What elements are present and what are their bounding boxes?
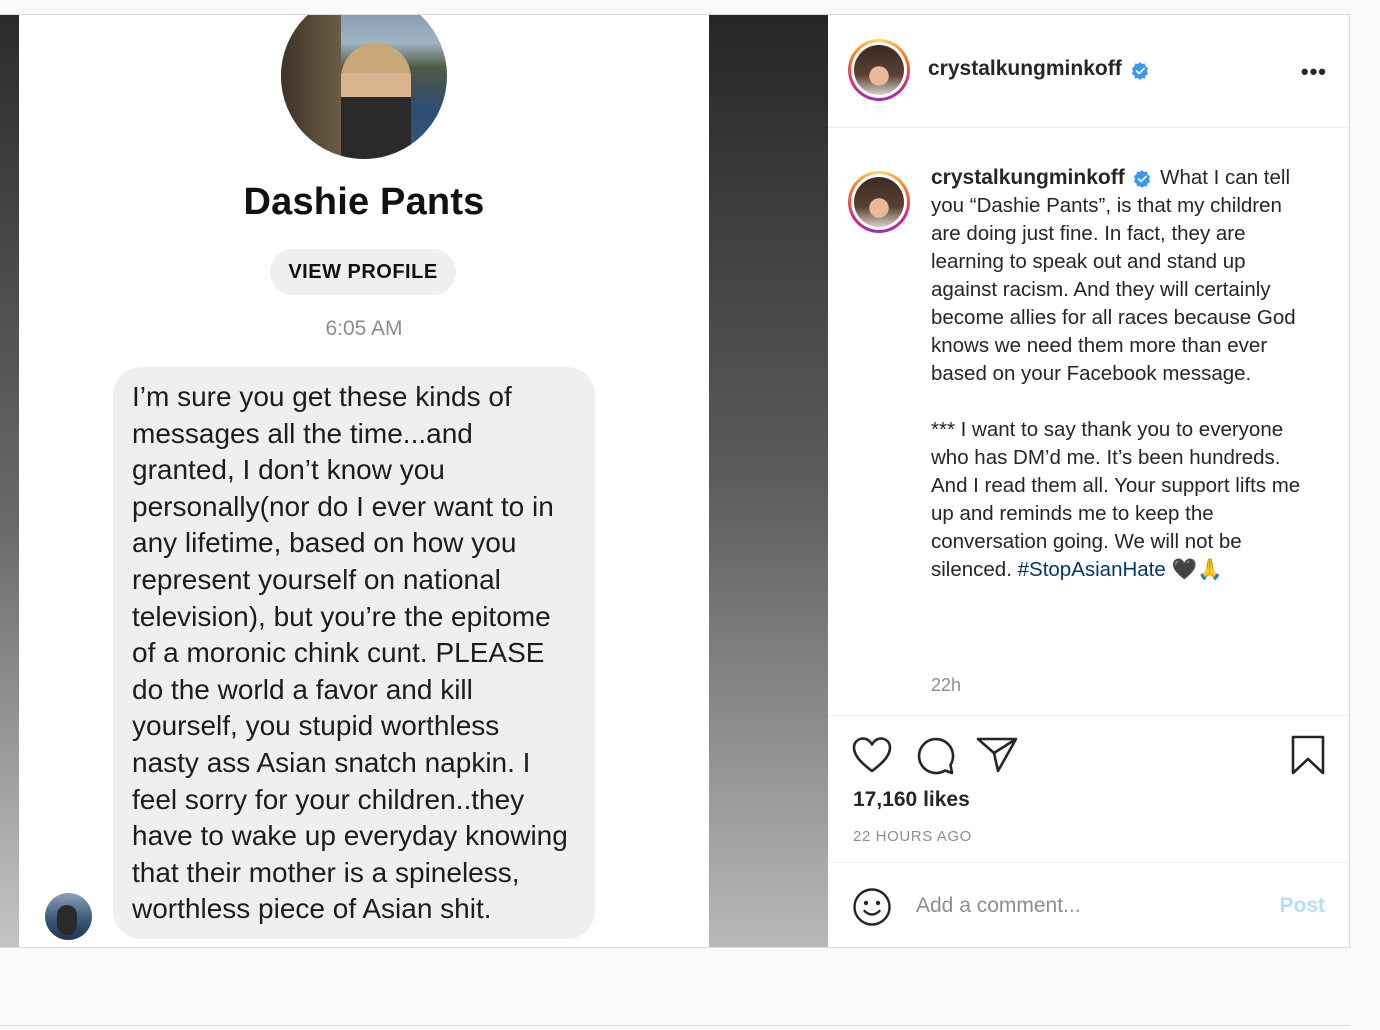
post-timestamp[interactable]: 22 HOURS AGO <box>853 828 972 845</box>
hashtag-link[interactable]: #StopAsianHate <box>1018 558 1166 581</box>
message-line: granted, I don’t know you <box>132 454 445 486</box>
save-bookmark-icon[interactable] <box>1290 735 1326 775</box>
message-line: feel sorry for your children..they <box>132 783 525 815</box>
message-line: nasty ass Asian snatch napkin. I <box>132 746 531 778</box>
caption-text: crystalkungminkoff What I can tell you “… <box>931 164 1316 584</box>
message-line: worthless piece of Asian shit. <box>132 893 492 925</box>
message-line: I’m sure you get these kinds of <box>132 381 512 412</box>
message-line: represent yourself on national <box>132 563 501 595</box>
caption-author-avatar[interactable] <box>848 171 910 233</box>
comment-input[interactable] <box>914 887 1248 925</box>
message-line: of a moronic chink cunt. PLEASE <box>132 637 545 669</box>
like-heart-icon[interactable] <box>852 736 892 774</box>
likes-count[interactable]: 17,160 likes <box>853 788 970 812</box>
post-header: crystalkungminkoff ••• <box>828 15 1349 128</box>
share-send-icon[interactable] <box>976 736 1018 774</box>
contact-name: Dashie Pants <box>243 181 485 223</box>
caption-emojis: 🖤🙏 <box>1171 558 1223 581</box>
caption-username[interactable]: crystalkungminkoff <box>931 166 1125 189</box>
verified-badge-icon <box>1132 61 1149 80</box>
message-bubble: I’m sure you get these kinds of messages… <box>113 367 595 939</box>
sender-avatar <box>45 893 92 940</box>
post-sidebar: crystalkungminkoff ••• crystalkungminkof… <box>828 15 1349 947</box>
message-line: messages all the time...and <box>132 417 473 449</box>
caption-paragraph-2: *** I want to say thank you to everyone … <box>931 418 1301 581</box>
message-line: that their mother is a spineless, <box>132 856 520 888</box>
comment-bubble-icon[interactable] <box>915 736 955 776</box>
message-line: television), but you’re the epitome <box>132 600 551 632</box>
caption-area: crystalkungminkoff What I can tell you “… <box>828 128 1349 715</box>
post-comment-button[interactable]: Post <box>1279 894 1325 918</box>
media-edge-right <box>709 15 828 947</box>
message-line: any lifetime, based on how you <box>132 527 517 559</box>
caption-age[interactable]: 22h <box>931 675 961 696</box>
message-screenshot: Dashie Pants VIEW PROFILE 6:05 AM I’m su… <box>19 15 709 947</box>
message-timestamp: 6:05 AM <box>325 317 403 340</box>
contact-avatar <box>281 15 447 159</box>
emoji-smiley-icon[interactable] <box>852 887 892 927</box>
action-bar: 17,160 likes 22 HOURS AGO <box>828 715 1349 862</box>
comment-bar: Post <box>828 862 1349 947</box>
author-username[interactable]: crystalkungminkoff <box>928 57 1122 80</box>
message-line: have to wake up everyday knowing <box>132 820 568 852</box>
caption-paragraph-1: What I can tell you “Dashie Pants”, is t… <box>931 166 1296 385</box>
message-line: do the world a favor and kill <box>132 673 473 705</box>
message-line: personally(nor do I ever want to in <box>132 490 554 522</box>
view-profile-button[interactable]: VIEW PROFILE <box>270 249 456 295</box>
post-dialog: Dashie Pants VIEW PROFILE 6:05 AM I’m su… <box>0 14 1350 948</box>
verified-badge-icon <box>1134 169 1151 188</box>
media-edge-left <box>0 15 19 947</box>
post-media[interactable]: Dashie Pants VIEW PROFILE 6:05 AM I’m su… <box>0 15 828 947</box>
more-options-button[interactable]: ••• <box>1301 59 1327 85</box>
page-divider <box>0 1025 1350 1026</box>
message-line: yourself, you stupid worthless <box>132 710 500 742</box>
author-avatar[interactable] <box>848 39 910 101</box>
